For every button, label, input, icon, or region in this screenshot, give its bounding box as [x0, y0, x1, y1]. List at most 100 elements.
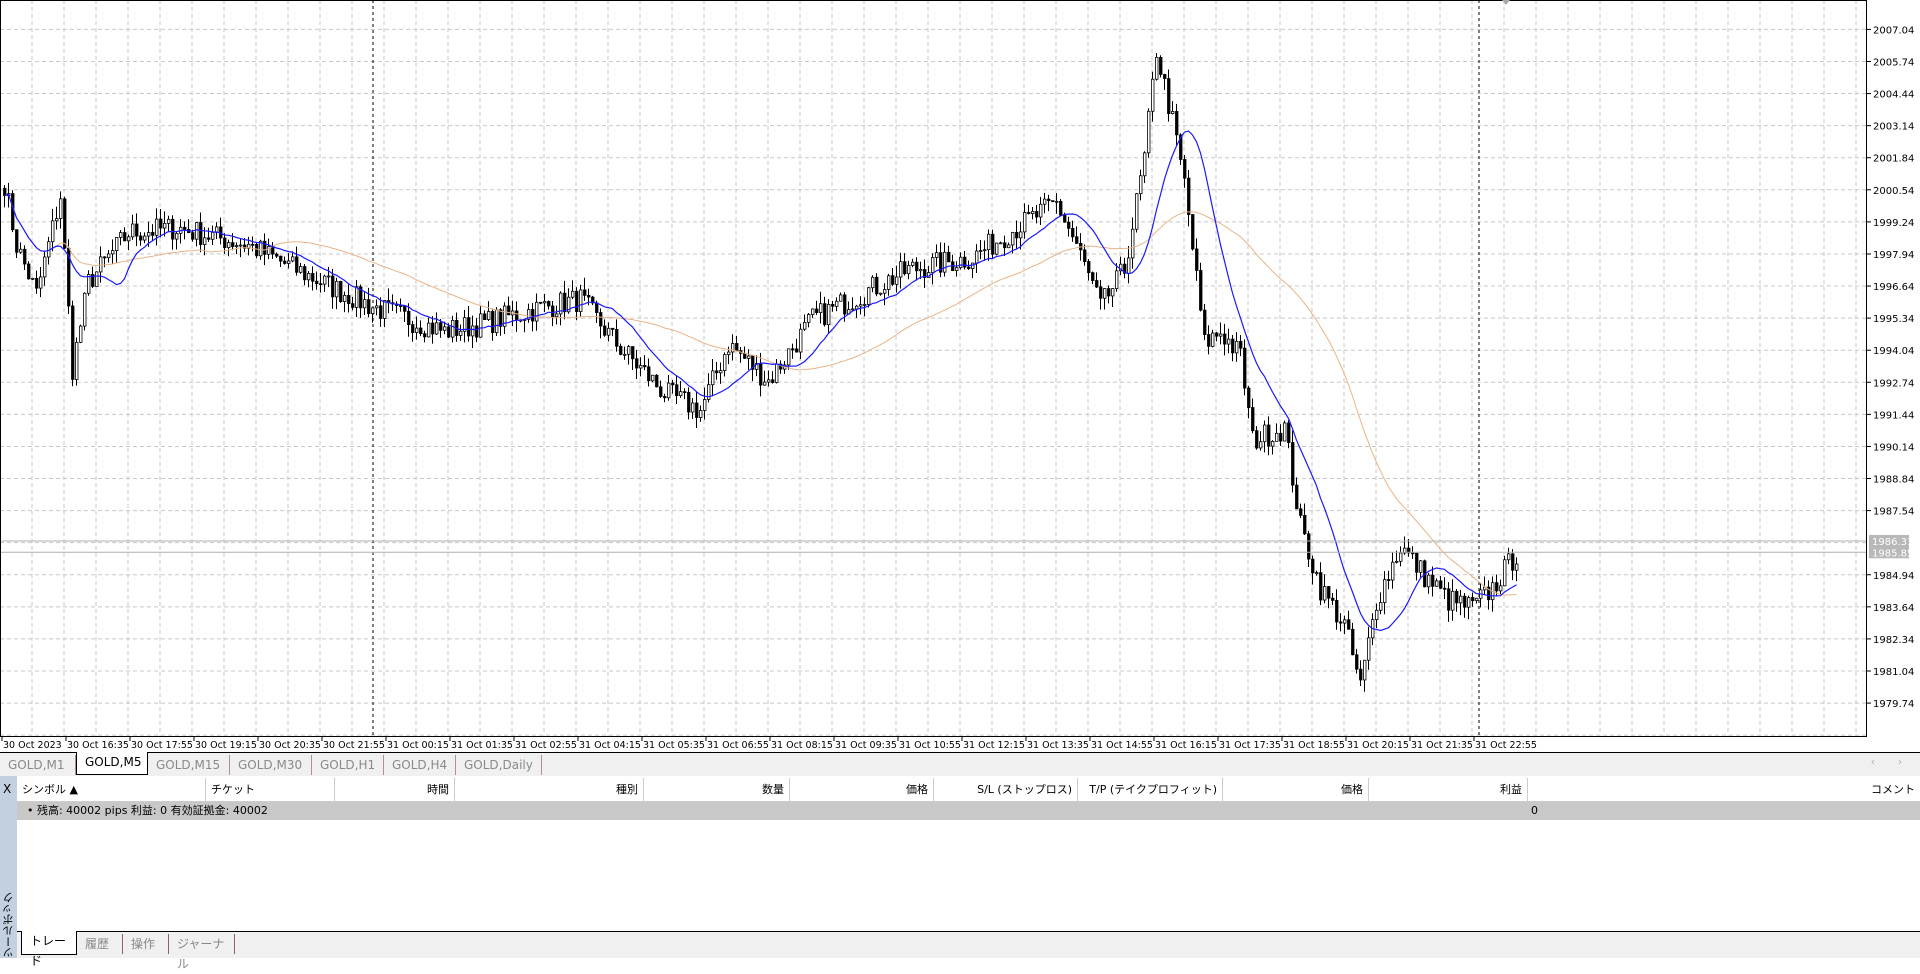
- candle-body: [296, 257, 299, 272]
- candle-body: [184, 227, 187, 229]
- candle-body: [692, 403, 695, 412]
- candle-body: [452, 320, 455, 337]
- candle-body: [816, 309, 819, 313]
- column-header[interactable]: チケット: [206, 778, 335, 802]
- candle-body: [1244, 348, 1247, 388]
- column-header[interactable]: 価格: [1223, 778, 1369, 802]
- candle-body: [728, 352, 731, 355]
- candle-body: [84, 293, 87, 326]
- terminal-tab[interactable]: 操作: [123, 934, 169, 954]
- candle-body: [660, 387, 663, 397]
- candle-body: [432, 323, 435, 334]
- candle-body: [420, 328, 423, 334]
- chart-tab-gold-h1[interactable]: GOLD,H1: [312, 755, 384, 775]
- shift-marker-icon[interactable]: [1502, 0, 1510, 5]
- candle-body: [1368, 638, 1371, 660]
- candle-body: [1304, 515, 1307, 533]
- candle-body: [612, 328, 615, 329]
- candle-body: [1004, 243, 1007, 248]
- candle-body: [1308, 534, 1311, 559]
- candle-body: [436, 323, 439, 334]
- column-header[interactable]: S/L (ストップロス): [934, 778, 1078, 802]
- candle-body: [804, 322, 807, 329]
- x-tick-label: 30 Oct 21:55: [323, 740, 385, 751]
- time-axis[interactable]: 30 Oct 202330 Oct 16:3530 Oct 17:5530 Oc…: [2, 736, 1537, 751]
- candle-body: [948, 252, 951, 262]
- column-header[interactable]: 種別: [455, 778, 644, 802]
- candle-body: [832, 304, 835, 306]
- candle-body: [1220, 334, 1223, 336]
- chart-tab-gold-m15[interactable]: GOLD,M15: [148, 755, 230, 775]
- candle-body: [24, 249, 27, 264]
- candle-body: [1468, 598, 1471, 608]
- candle-body: [700, 410, 703, 417]
- close-icon[interactable]: X: [3, 782, 11, 796]
- chart-tab-gold-m1[interactable]: GOLD,M1: [0, 755, 76, 775]
- y-tick-label: 1990.14: [1873, 442, 1914, 453]
- terminal-tab[interactable]: ジャーナル: [169, 934, 235, 954]
- candle-body: [308, 273, 311, 279]
- chart-tab-gold-m30[interactable]: GOLD,M30: [230, 755, 312, 775]
- tab-scroll-arrows[interactable]: ‹ ›: [1871, 757, 1912, 768]
- candle-body: [240, 245, 243, 246]
- column-header[interactable]: 利益: [1369, 778, 1528, 802]
- chart-tab-gold-h4[interactable]: GOLD,H4: [384, 755, 456, 775]
- candle-body: [1280, 433, 1283, 441]
- column-header[interactable]: シンボル ▲: [17, 778, 206, 802]
- candle-body: [1336, 600, 1339, 622]
- candle-body: [864, 304, 867, 305]
- candle-body: [208, 238, 211, 239]
- candle-body: [888, 276, 891, 290]
- candle-body: [212, 232, 215, 239]
- price-chart[interactable]: 1986.311985.852007.042005.742004.442003.…: [0, 0, 1920, 752]
- column-header[interactable]: コメント: [1528, 778, 1920, 802]
- terminal-tab[interactable]: トレード: [21, 931, 77, 955]
- balance-row[interactable]: • 残高: 40002 pips 利益: 0 有効証拠金: 40002 0: [17, 802, 1920, 820]
- candle-body: [992, 234, 995, 254]
- candles: [4, 53, 1519, 692]
- candle-body: [1072, 228, 1075, 236]
- candle-body: [444, 327, 447, 331]
- candle-body: [1340, 622, 1343, 623]
- x-tick-label: 31 Oct 05:35: [643, 740, 705, 751]
- price-axis[interactable]: 1986.311985.852007.042005.742004.442003.…: [1866, 25, 1914, 710]
- candle-body: [1156, 57, 1159, 79]
- candle-body: [1040, 204, 1043, 217]
- candle-body: [648, 367, 651, 381]
- terminal-tab[interactable]: 履歴: [77, 934, 123, 954]
- x-tick-label: 31 Oct 08:15: [771, 740, 833, 751]
- candle-body: [1136, 194, 1139, 230]
- candle-body: [228, 243, 231, 248]
- column-header[interactable]: T/P (テイクプロフィット): [1078, 778, 1223, 802]
- column-header[interactable]: 価格: [790, 778, 934, 802]
- candle-body: [1204, 310, 1207, 334]
- candle-body: [1356, 655, 1359, 669]
- candle-body: [320, 284, 323, 285]
- x-tick-label: 31 Oct 13:35: [1027, 740, 1089, 751]
- candle-body: [916, 262, 919, 271]
- candle-body: [52, 221, 55, 242]
- x-tick-label: 31 Oct 00:15: [387, 740, 449, 751]
- candle-body: [640, 365, 643, 368]
- column-header[interactable]: 数量: [644, 778, 790, 802]
- chart-tab-gold-m5[interactable]: GOLD,M5: [76, 752, 148, 775]
- y-tick-label: 1995.34: [1873, 314, 1914, 325]
- candle-body: [808, 314, 811, 322]
- candle-body: [480, 314, 483, 337]
- x-tick-label: 31 Oct 21:35: [1411, 740, 1473, 751]
- candle-body: [1212, 333, 1215, 346]
- candle-body: [40, 277, 43, 288]
- candle-body: [1100, 287, 1103, 298]
- column-header[interactable]: 時間: [335, 778, 455, 802]
- candle-body: [1024, 212, 1027, 231]
- candle-body: [336, 281, 339, 297]
- x-tick-label: 31 Oct 12:15: [963, 740, 1025, 751]
- candle-body: [540, 302, 543, 303]
- chart-tab-gold-daily[interactable]: GOLD,Daily: [456, 755, 542, 775]
- x-tick-label: 31 Oct 16:15: [1155, 740, 1217, 751]
- y-tick-label: 1992.74: [1873, 378, 1914, 389]
- candle-body: [636, 359, 639, 368]
- y-tick-label: 2000.54: [1873, 186, 1914, 197]
- candle-body: [348, 295, 351, 303]
- candle-body: [1056, 201, 1059, 202]
